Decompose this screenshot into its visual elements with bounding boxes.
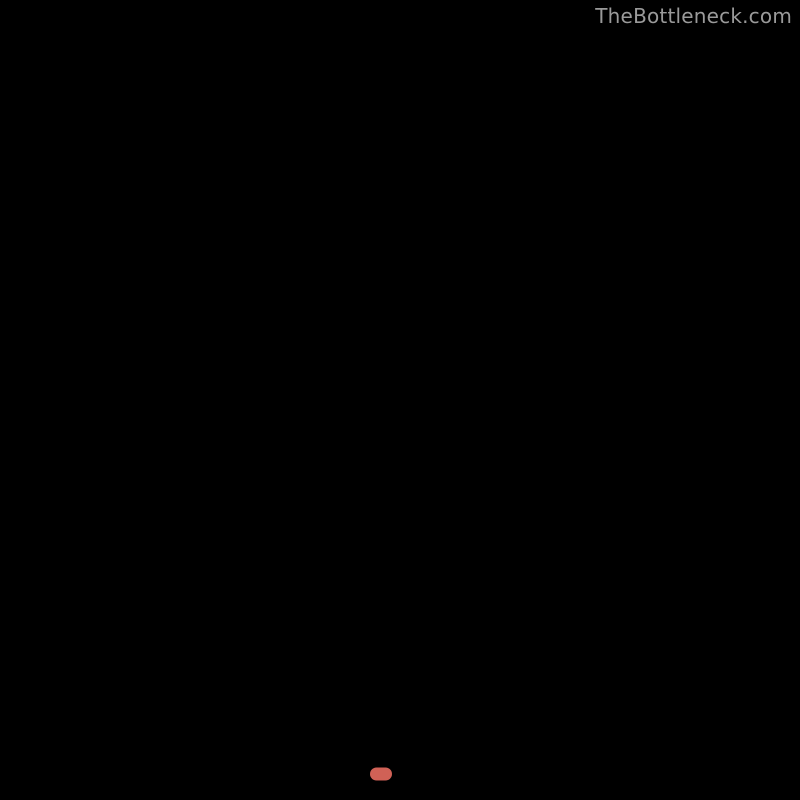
bottleneck-curve-path [20, 30, 780, 782]
optimal-point-marker [370, 768, 392, 781]
plot-area [20, 30, 780, 784]
chart-frame: TheBottleneck.com [0, 0, 800, 800]
watermark-text: TheBottleneck.com [595, 4, 792, 28]
curve-svg [20, 30, 780, 784]
